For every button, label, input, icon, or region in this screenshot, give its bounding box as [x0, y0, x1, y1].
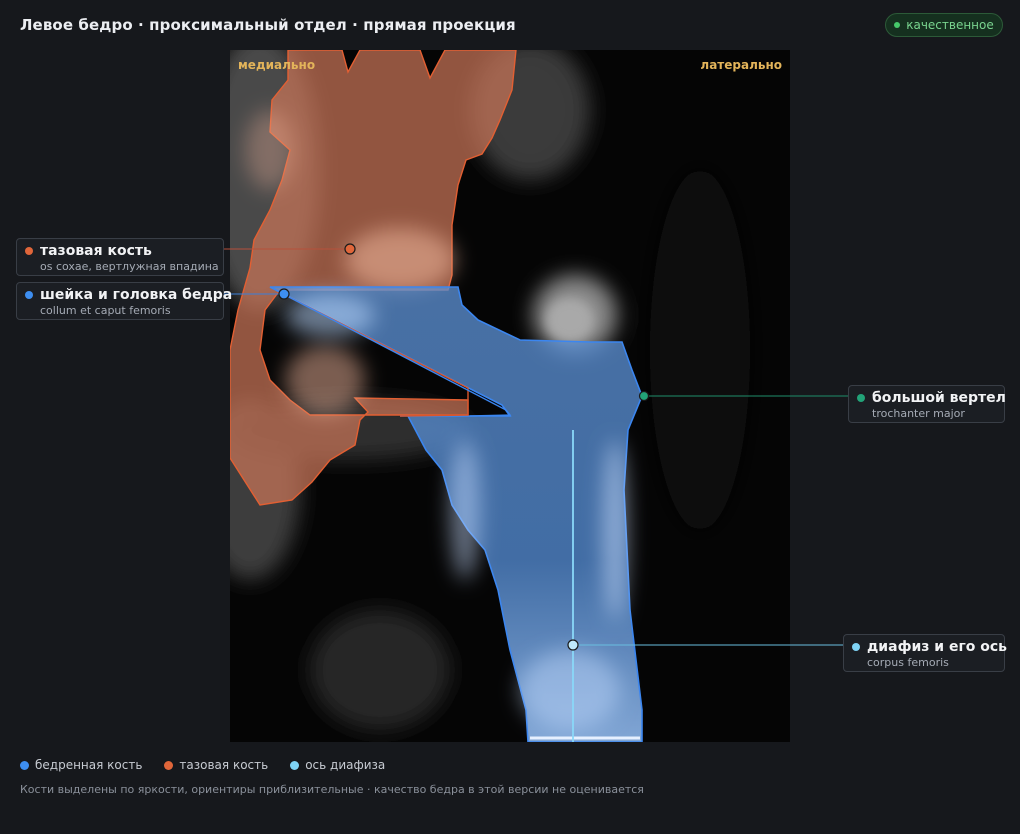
callout-name: диафиз и его ось [867, 639, 1008, 655]
orientation-label-medial: медиально [238, 58, 316, 72]
legend-item-pelvis: тазовая кость [164, 758, 268, 772]
legend-label: тазовая кость [179, 758, 269, 772]
shaft-dot-icon [852, 643, 860, 651]
callout-latin: corpus femoris [867, 656, 949, 669]
status-badge-label: качественное [906, 18, 994, 32]
callout-trochanter[interactable]: большой вертел trochanter major [848, 385, 1006, 423]
legend: бедренная кость тазовая кость ось диафиз… [20, 758, 385, 772]
neck-dot-icon [25, 291, 33, 299]
legend-label: ось диафиза [305, 758, 386, 772]
pelvis-dot-icon [25, 247, 33, 255]
pelvis-swatch-icon [164, 760, 174, 770]
xray-image [230, 50, 790, 742]
orientation-label-lateral: латерально [700, 58, 782, 72]
legend-item-axis: ось диафиза [290, 758, 385, 772]
status-badge: качественное [885, 13, 1003, 37]
page-title: Левое бедро · проксимальный отдел · прям… [20, 16, 516, 34]
callout-shaft[interactable]: диафиз и его ось corpus femoris [843, 634, 1008, 672]
callout-latin: collum et caput femoris [40, 304, 171, 317]
callout-name: шейка и головка бедра [40, 287, 233, 303]
legend-label: бедренная кость [35, 758, 143, 772]
femur-swatch-icon [20, 760, 29, 770]
footnote: Кости выделены по яркости, ориентиры при… [20, 783, 644, 796]
axis-swatch-icon [290, 760, 300, 770]
callout-name: большой вертел [872, 390, 1006, 406]
callout-pelvis[interactable]: тазовая кость os coxae, вертлужная впади… [16, 238, 224, 276]
callout-neck[interactable]: шейка и головка бедра collum et caput fe… [16, 282, 233, 320]
callout-name: тазовая кость [40, 243, 152, 259]
callout-latin: os coxae, вертлужная впадина [40, 260, 219, 273]
trochanter-dot-icon [857, 394, 865, 402]
legend-item-femur: бедренная кость [20, 758, 142, 772]
status-dot-icon [894, 22, 901, 28]
xray-viewer[interactable]: медиально латерально [230, 50, 790, 742]
callout-latin: trochanter major [872, 407, 965, 420]
